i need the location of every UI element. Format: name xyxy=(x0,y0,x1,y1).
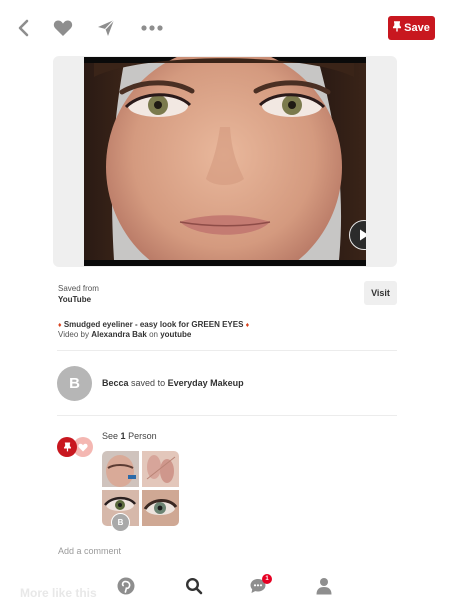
see-prefix: See xyxy=(102,431,119,441)
pin-byline: Video by Alexandra Bak on youtube xyxy=(58,330,191,339)
profile-icon[interactable] xyxy=(314,576,334,596)
source-site-name: YouTube xyxy=(58,295,92,304)
round-pushpin-icon: ♦ xyxy=(58,322,62,329)
platform-name[interactable]: youtube xyxy=(160,330,191,339)
byline-prefix: Video by xyxy=(58,330,89,339)
divider xyxy=(57,350,397,351)
top-toolbar: Save xyxy=(0,0,450,56)
play-icon xyxy=(359,229,366,241)
board-name[interactable]: Everyday Makeup xyxy=(168,378,244,388)
pin-media-card xyxy=(53,56,397,267)
notification-badge: 1 xyxy=(262,574,272,584)
more-dots-icon[interactable] xyxy=(141,17,163,39)
round-pushpin-icon: ♦ xyxy=(245,322,250,329)
save-button[interactable]: Save xyxy=(388,16,435,40)
saver-action: saved to xyxy=(131,378,166,388)
thumbnail-eye-closeup xyxy=(142,490,179,526)
thumbnail-face xyxy=(102,451,139,487)
people-count: 1 xyxy=(120,431,126,441)
pin-title-text: Smudged eyeliner - easy look for GREEN E… xyxy=(63,320,244,329)
pin-badge-icon xyxy=(57,437,77,457)
video-thumbnail xyxy=(84,57,366,266)
saver-avatar[interactable]: B xyxy=(57,366,92,401)
saved-from-source: Saved from YouTube xyxy=(58,283,99,305)
visit-button[interactable]: Visit xyxy=(364,281,397,305)
see-people-link[interactable]: See 1 Person xyxy=(102,431,157,441)
pin-icon xyxy=(392,21,403,35)
more-like-this-heading: More like this xyxy=(20,586,97,600)
video-player[interactable] xyxy=(84,57,366,266)
pin-title: ♦ Smudged eyeliner - easy look for GREEN… xyxy=(58,320,249,329)
send-icon[interactable] xyxy=(95,17,117,39)
saver-info: Becca saved to Everyday Makeup xyxy=(102,378,244,388)
see-suffix: Person xyxy=(128,431,157,441)
heart-icon[interactable] xyxy=(52,17,74,39)
add-comment-input[interactable]: Add a comment xyxy=(58,546,121,556)
author-name[interactable]: Alexandra Bak xyxy=(91,330,147,339)
divider xyxy=(57,415,397,416)
saved-from-label: Saved from xyxy=(58,284,99,293)
chevron-left-icon[interactable] xyxy=(12,17,34,39)
pinterest-logo-icon[interactable] xyxy=(116,576,136,596)
save-label: Save xyxy=(404,22,430,34)
thumbnail-nails xyxy=(142,451,179,487)
search-icon[interactable] xyxy=(184,576,204,596)
person-avatar[interactable]: B xyxy=(111,513,130,532)
saver-name[interactable]: Becca xyxy=(102,378,129,388)
byline-mid: on xyxy=(149,330,158,339)
